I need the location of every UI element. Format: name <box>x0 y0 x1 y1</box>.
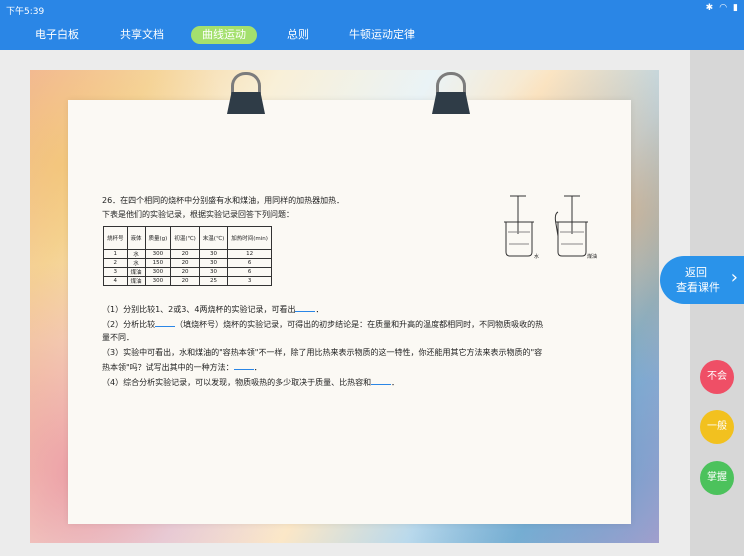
table-cell: 20 <box>170 249 200 259</box>
binder-clip-icon <box>227 72 265 116</box>
part-4-text: （4）综合分析实验记录，可以发现，物质吸热的多少取决于质量、比热容和 <box>102 378 372 387</box>
answer-blank[interactable] <box>155 318 176 327</box>
question-part-3: （3）实验中可看出，水和煤油的"容热本领"不一样，除了用比热来表示物质的这一特性… <box>102 348 543 357</box>
table-cell: 1 <box>103 249 128 259</box>
table-row: 3 煤油 300 20 30 6 <box>103 267 272 277</box>
answer-blank[interactable] <box>233 361 254 370</box>
dont-know-button[interactable]: 不会 <box>700 360 734 394</box>
table-header: 末温(℃) <box>198 226 229 250</box>
table-cell: 20 <box>170 258 200 268</box>
table-header: 加热时间(min) <box>227 226 272 250</box>
view-courseware-label: 查看课件 <box>676 281 720 294</box>
part-2-text-b: （填烧杯号）烧杯的实验记录，可得出的初步结论是：在质量和升高的温度都相同时，不同… <box>175 320 544 329</box>
bluetooth-icon: ✱ <box>705 3 714 13</box>
question-part-1: （1）分别比较1、2或3、4两烧杯的实验记录，可看出． <box>102 303 324 314</box>
top-nav: 电子白板 共享文档 曲线运动 总则 牛顿运动定律 <box>0 20 744 50</box>
table-cell: 2 <box>103 258 128 268</box>
table-header: 烧杯号 <box>103 226 128 250</box>
table-cell: 300 <box>144 267 172 277</box>
table-cell: 煤油 <box>126 276 146 286</box>
tab-newton-laws[interactable]: 牛顿运动定律 <box>349 26 415 44</box>
table-cell: 4 <box>103 276 128 286</box>
chevron-right-icon: › <box>730 267 738 288</box>
table-cell: 3 <box>103 267 128 277</box>
battery-icon: ▮ <box>733 3 738 13</box>
question-part-2: （2）分析比较 （填烧杯号）烧杯的实验记录，可得出的初步结论是：在质量和升高的温度… <box>102 318 543 330</box>
beaker-figure: 水 煤油 <box>504 195 597 260</box>
table-cell: 30 <box>198 267 229 277</box>
mastered-button[interactable]: 掌握 <box>700 461 734 495</box>
binder-clip-icon <box>432 72 470 116</box>
answer-blank[interactable] <box>371 376 392 385</box>
table-cell: 煤油 <box>126 267 146 277</box>
question-part-4: （4）综合分析实验记录，可以发现，物质吸热的多少取决于质量、比热容和． <box>102 376 400 387</box>
back-to-courseware-button[interactable]: 返回 查看课件 › <box>660 256 744 304</box>
question-part-2-cont: 量不同． <box>102 333 134 342</box>
table-row: 1 水 300 20 30 12 <box>103 249 272 259</box>
question-part-3-cont: 热本领"吗？试写出其中的一种方法：． <box>102 361 262 372</box>
figure-label-water: 水 <box>534 253 539 260</box>
table-cell: 30 <box>198 249 229 259</box>
table-header: 初温(℃) <box>170 226 200 250</box>
table-row: 2 水 150 20 30 6 <box>103 258 272 268</box>
status-icons: ✱ ◠ ▮ <box>706 3 738 13</box>
wifi-icon: ◠ <box>719 3 728 13</box>
tab-curve-motion[interactable]: 曲线运动 <box>191 26 257 44</box>
back-label: 返回 <box>685 266 707 279</box>
table-cell: 水 <box>126 249 146 259</box>
table-header: 质量(g) <box>144 226 172 250</box>
table-cell: 30 <box>198 258 229 268</box>
answer-blank[interactable] <box>295 303 316 312</box>
question-intro: 下表是他们的实验记录，根据实验记录回答下列问题： <box>102 210 294 219</box>
status-bar: 下午5:39 ✱ ◠ ▮ <box>0 0 744 20</box>
experiment-table: 烧杯号 液体 质量(g) 初温(℃) 末温(℃) 加热时间(min) 1 水 300… <box>103 226 272 286</box>
figure-label-kerosene: 煤油 <box>587 253 597 260</box>
table-cell: 6 <box>227 258 272 268</box>
status-time: 下午5:39 <box>6 7 45 17</box>
tab-whiteboard[interactable]: 电子白板 <box>35 26 79 44</box>
average-button[interactable]: 一般 <box>700 410 734 444</box>
table-cell: 25 <box>198 276 229 286</box>
question-title: 26．在四个相同的烧杯中分别盛有水和煤油，用同样的加热器加热． <box>102 196 345 205</box>
table-cell: 3 <box>227 276 272 286</box>
table-header: 液体 <box>126 226 146 250</box>
part-2-text-a: （2）分析比较 <box>102 320 156 329</box>
tab-shared-docs[interactable]: 共享文档 <box>120 26 164 44</box>
table-cell: 20 <box>170 267 200 277</box>
table-cell: 6 <box>227 267 272 277</box>
table-cell: 300 <box>144 249 172 259</box>
table-cell: 水 <box>126 258 146 268</box>
beaker-water-icon <box>504 195 534 257</box>
table-cell: 12 <box>227 249 272 259</box>
part-1-text: （1）分别比较1、2或3、4两烧杯的实验记录，可看出 <box>102 305 296 314</box>
table-cell: 300 <box>144 276 172 286</box>
table-cell: 150 <box>144 258 172 268</box>
table-row: 4 煤油 300 20 25 3 <box>103 276 272 286</box>
table-cell: 20 <box>170 276 200 286</box>
table-header-row: 烧杯号 液体 质量(g) 初温(℃) 末温(℃) 加热时间(min) <box>103 226 272 250</box>
tab-general[interactable]: 总则 <box>287 26 309 44</box>
beaker-kerosene-icon <box>554 195 588 257</box>
part-3-text-b: 热本领"吗？试写出其中的一种方法： <box>102 363 234 372</box>
